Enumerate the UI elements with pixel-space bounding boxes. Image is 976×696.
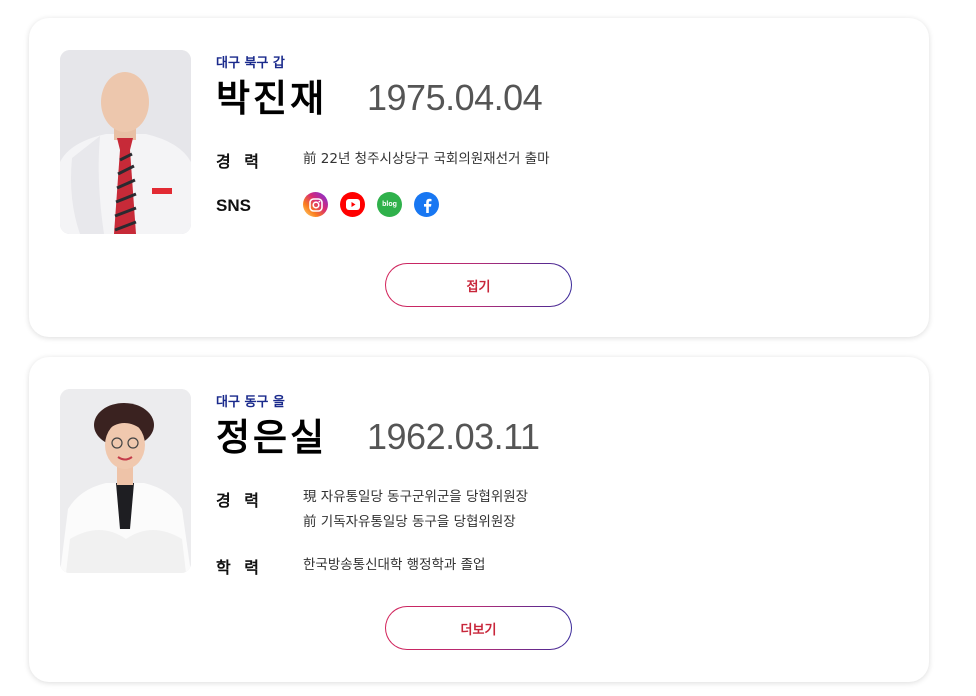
career-label: 경 력 [216, 152, 264, 171]
sns-links: blog [303, 192, 439, 217]
instagram-icon[interactable] [303, 192, 328, 217]
more-button[interactable]: 더보기 [385, 606, 572, 650]
more-button-label: 더보기 [386, 607, 571, 649]
candidate-card: 대구 동구 을 정은실 1962.03.11 경 력 現 자유통일당 동구군위군… [29, 357, 929, 682]
district-label: 대구 동구 을 [216, 395, 285, 410]
candidate-name: 정은실 [216, 416, 328, 459]
education-label: 학 력 [216, 558, 264, 577]
career-item: 前 기독자유통일당 동구을 당협위원장 [303, 514, 516, 530]
blog-icon[interactable]: blog [377, 192, 402, 217]
facebook-icon[interactable] [414, 192, 439, 217]
career-item: 前 22년 청주시상당구 국회의원재선거 출마 [303, 151, 550, 167]
youtube-icon[interactable] [340, 192, 365, 217]
sns-label: SNS [216, 196, 251, 215]
birth-date: 1962.03.11 [367, 416, 540, 457]
candidate-name: 박진재 [216, 77, 328, 120]
district-label: 대구 북구 갑 [216, 56, 285, 71]
candidate-photo [60, 389, 191, 573]
candidate-photo [60, 50, 191, 234]
education-item: 한국방송통신대학 행정학과 졸업 [303, 557, 486, 573]
collapse-button[interactable]: 접기 [385, 263, 572, 307]
candidate-card: 대구 북구 갑 박진재 1975.04.04 경 력 前 22년 청주시상당구 … [29, 18, 929, 337]
career-item: 現 자유통일당 동구군위군을 당협위원장 [303, 489, 529, 505]
birth-date: 1975.04.04 [367, 77, 543, 118]
career-label: 경 력 [216, 491, 264, 510]
collapse-button-label: 접기 [386, 264, 571, 306]
